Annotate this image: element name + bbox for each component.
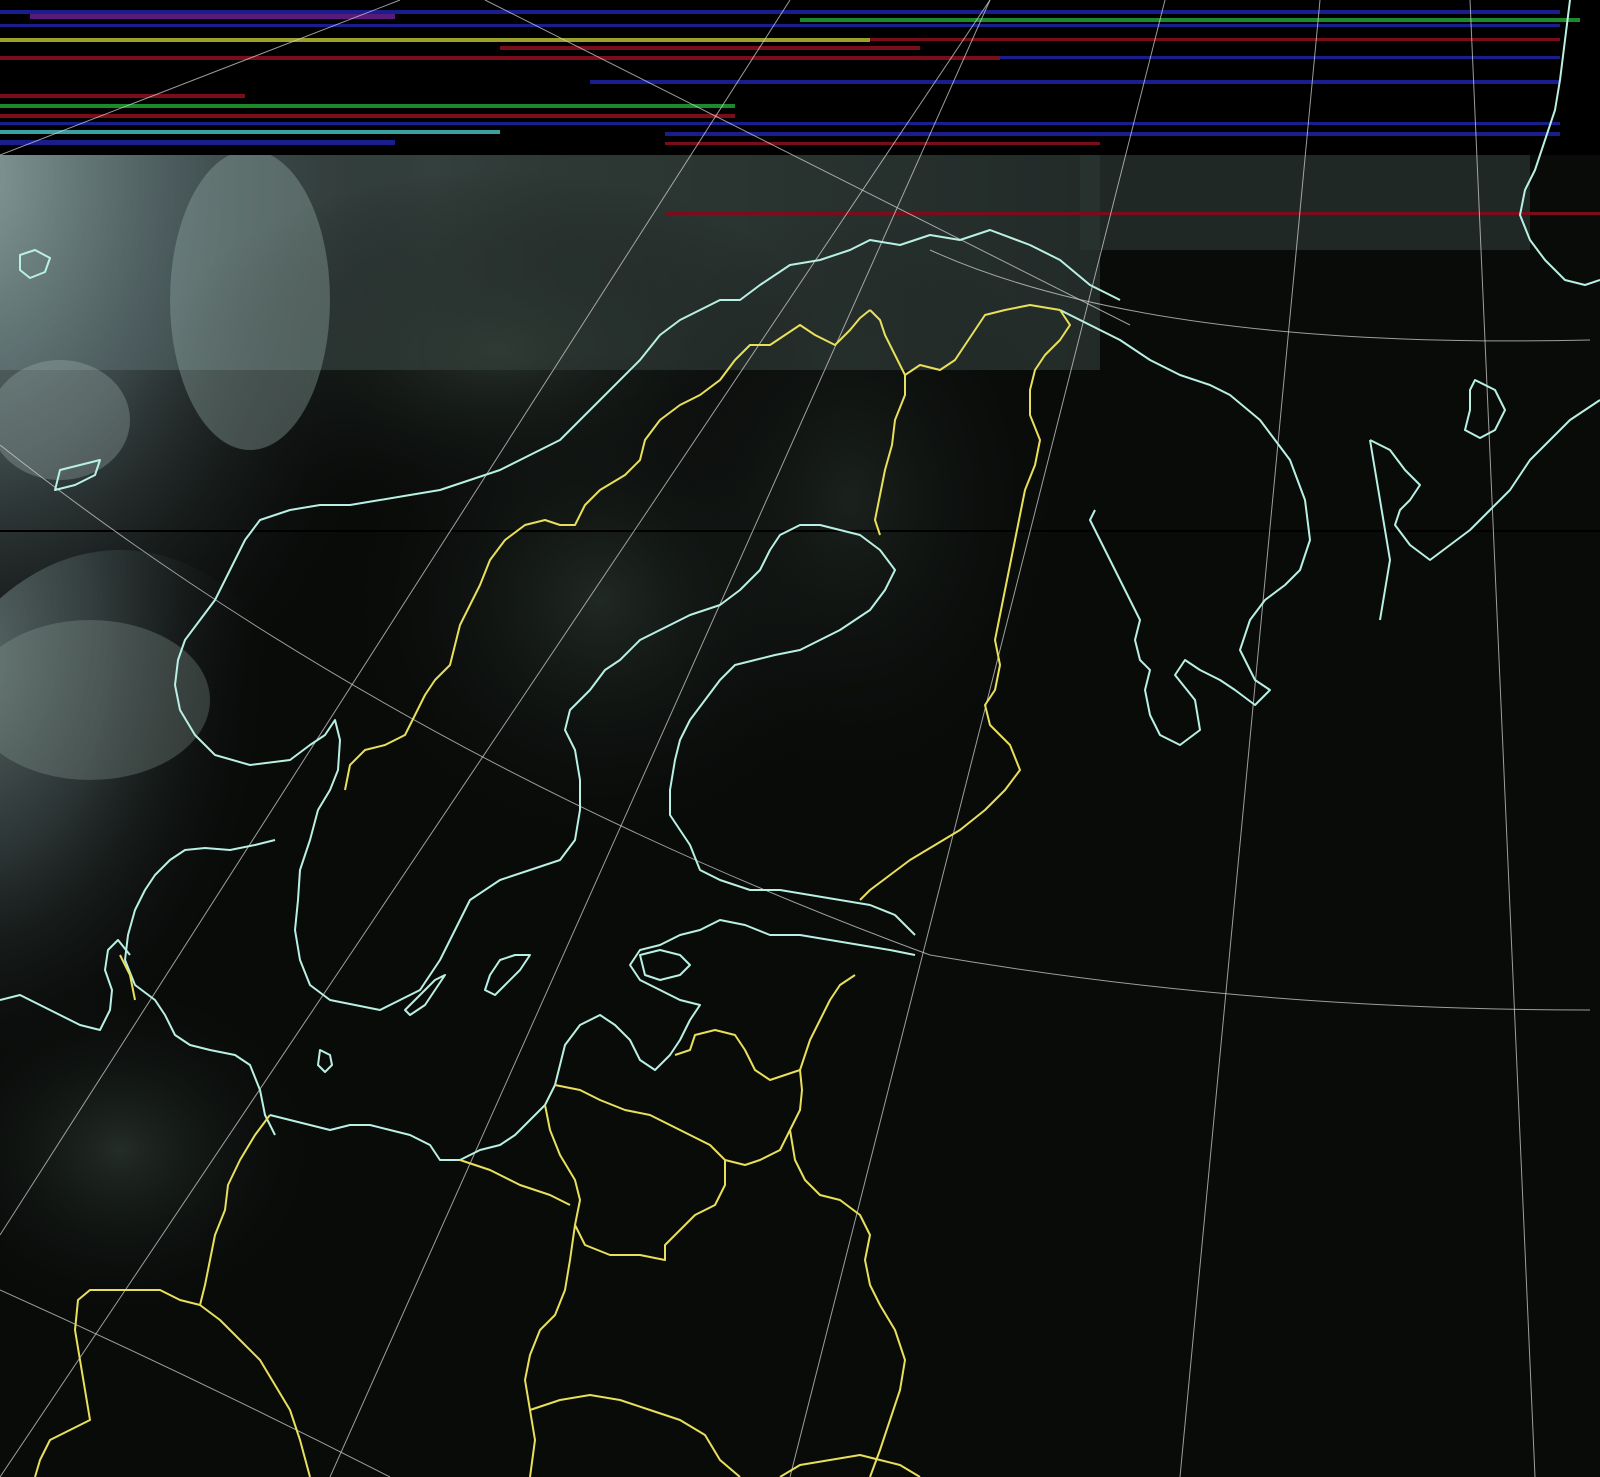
satellite-map xyxy=(0,0,1600,1477)
